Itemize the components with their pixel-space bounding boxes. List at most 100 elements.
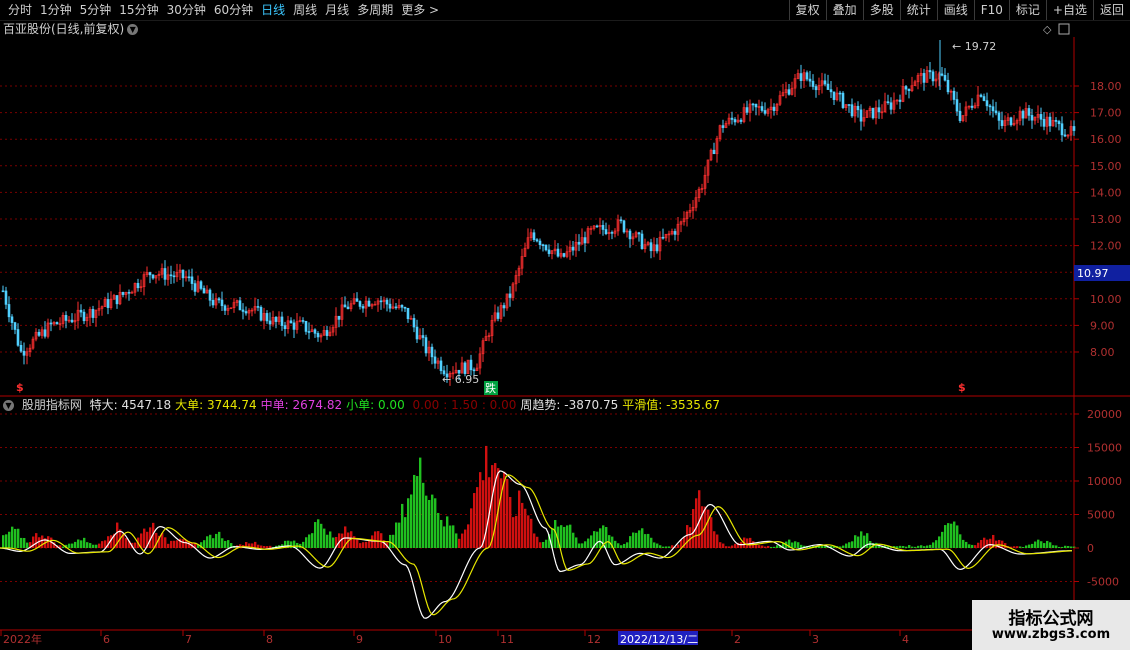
- indicator-bar: [332, 537, 335, 548]
- indicator-bar: [362, 542, 365, 548]
- indicator-value: 平滑值: -3535.67: [622, 398, 721, 412]
- indicator-bar: [398, 522, 401, 548]
- price-tick-label: 9.00: [1090, 319, 1115, 332]
- candle-body: [91, 308, 95, 318]
- candle-body: [619, 219, 623, 222]
- indicator-bar: [578, 543, 581, 548]
- indicator-bar: [926, 545, 929, 548]
- candle-body: [547, 249, 551, 254]
- indicator-bar: [359, 543, 362, 548]
- indicator-ticks: 20000 15000 10000 5000 0 -5000: [1074, 408, 1122, 589]
- candle-body: [202, 288, 206, 294]
- indicator-bar: [650, 537, 653, 548]
- indicator-bar: [710, 517, 713, 548]
- candle-body: [760, 106, 764, 111]
- candle-body: [13, 322, 17, 330]
- indicator-bar: [716, 534, 719, 548]
- indicator-bar: [968, 544, 971, 548]
- indicator-bar: [374, 531, 377, 548]
- x-tick-label: 6: [103, 633, 110, 646]
- price-tick-label: 13.00: [1090, 213, 1122, 226]
- x-tick-label: 12: [587, 633, 601, 646]
- candle-body: [265, 313, 269, 322]
- indicator-bar: [263, 545, 266, 548]
- indicator-bar: [455, 533, 458, 548]
- indicator-bar: [473, 493, 476, 548]
- candle-body: [1039, 114, 1043, 120]
- indicator-bar: [11, 526, 14, 548]
- indicator-bar: [440, 519, 443, 548]
- indicator-bar: [410, 494, 413, 548]
- indicator-bar: [422, 482, 425, 548]
- candle-body: [997, 112, 1001, 121]
- indicator-bar: [323, 528, 326, 548]
- candle-body: [943, 75, 947, 81]
- indicator-grid: [0, 413, 1074, 582]
- candle-body: [823, 80, 827, 85]
- candle-body: [268, 320, 272, 325]
- indicator-name: 股朋指标网: [21, 398, 82, 412]
- candle-body: [43, 329, 47, 337]
- price-tick-label: 16.00: [1090, 133, 1122, 146]
- indicator-bar: [1028, 544, 1031, 548]
- indicator-bar: [584, 541, 587, 548]
- indicator-bar: [1052, 545, 1055, 548]
- candle-body: [244, 311, 248, 314]
- candle-body: [502, 305, 506, 309]
- candle-body: [799, 73, 803, 81]
- candle-body: [7, 304, 11, 318]
- indicator-bar: [449, 525, 452, 548]
- indicator-bar: [254, 541, 257, 548]
- candle-body: [985, 100, 989, 107]
- indicator-bar: [980, 539, 983, 548]
- indicator-bar: [164, 537, 167, 548]
- candle-body: [850, 104, 854, 117]
- x-tick-label: 2022年: [3, 632, 42, 646]
- candle-body: [562, 253, 566, 257]
- candle-body: [304, 320, 308, 332]
- indicator-bar: [1070, 546, 1073, 548]
- candle-body: [1030, 115, 1034, 121]
- indicator-bar: [407, 498, 410, 548]
- indicator-bar: [320, 523, 323, 548]
- indicator-bar: [668, 546, 671, 548]
- indicator-bar: [425, 495, 428, 548]
- candle-body: [406, 307, 410, 319]
- indicator-value: 特大: 4547.18: [89, 398, 172, 412]
- indicator-bar: [419, 457, 422, 548]
- candle-body: [169, 274, 173, 277]
- indicator-bar: [431, 494, 434, 548]
- indicator-bar: [365, 541, 368, 548]
- candle-body: [394, 306, 398, 309]
- indicator-bar: [476, 487, 479, 548]
- candle-body: [721, 125, 725, 128]
- price-ticks: 18.0017.0016.0015.0014.0013.0012.0011.00…: [1074, 80, 1130, 359]
- indicator-bar: [860, 531, 863, 548]
- candle-body: [199, 281, 203, 289]
- indicator-bar: [458, 538, 461, 548]
- indicator-legend: ▼ 股朋指标网 特大: 4547.18 大单: 3744.74 中单: 2674.8…: [0, 397, 724, 413]
- candle-body: [904, 86, 908, 90]
- price-tick-label: 15.00: [1090, 160, 1122, 173]
- chart-canvas[interactable]: 18.0017.0016.0015.0014.0013.0012.0011.00…: [0, 0, 1130, 650]
- candle-body: [1, 290, 5, 293]
- indicator-bar: [692, 509, 695, 548]
- candle-body: [403, 306, 407, 309]
- chevron-down-icon[interactable]: ▼: [3, 400, 14, 411]
- indicator-bar: [206, 536, 209, 548]
- indicator-bar: [176, 540, 179, 548]
- indicator-bar: [308, 534, 311, 548]
- watermark: 指标公式网 www.zbgs3.com: [972, 600, 1130, 650]
- indicator-bar: [896, 546, 899, 548]
- indicator-bar: [542, 542, 545, 548]
- indicator-value: 大单: 3744.74: [175, 398, 257, 412]
- candle-body: [994, 110, 998, 114]
- candle-body: [361, 306, 365, 309]
- indicator-bar: [914, 546, 917, 548]
- indicator-bar: [221, 538, 224, 548]
- indicator-bar: [170, 540, 173, 548]
- candle-body: [1072, 126, 1076, 131]
- indicator-bar: [266, 546, 269, 548]
- candle-body: [772, 106, 776, 111]
- candle-body: [193, 283, 197, 292]
